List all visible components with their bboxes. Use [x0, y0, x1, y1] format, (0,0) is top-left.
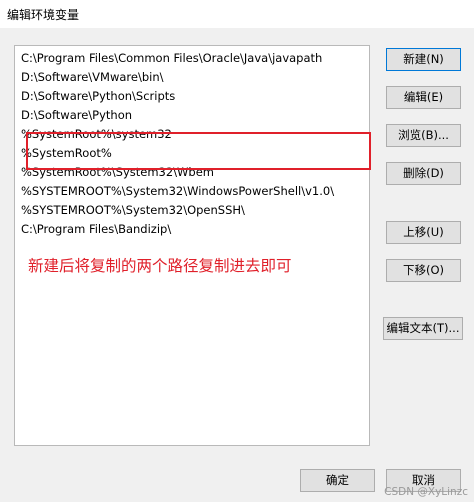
watermark: CSDN @XyLinzc	[384, 486, 468, 498]
move-down-button[interactable]: 下移(O)	[386, 259, 461, 282]
annotation-text: 新建后将复制的两个路径复制进去即可	[28, 257, 292, 275]
list-item[interactable]: %SystemRoot%\system32	[21, 125, 172, 143]
list-item[interactable]: %SYSTEMROOT%\System32\WindowsPowerShell\…	[21, 182, 334, 200]
browse-button[interactable]: 浏览(B)...	[386, 124, 461, 147]
move-up-button[interactable]: 上移(U)	[386, 221, 461, 244]
edit-button[interactable]: 编辑(E)	[386, 86, 461, 109]
list-item[interactable]: C:\Program Files\Common Files\Oracle\Jav…	[21, 49, 322, 67]
list-item[interactable]: %SYSTEMROOT%\System32\OpenSSH\	[21, 201, 245, 219]
edit-text-button[interactable]: 编辑文本(T)...	[383, 317, 463, 340]
list-item[interactable]: D:\Software\Python	[21, 106, 132, 124]
delete-button[interactable]: 删除(D)	[386, 162, 461, 185]
list-item[interactable]: C:\Program Files\Bandizip\	[21, 220, 171, 238]
list-item[interactable]: %SystemRoot%	[21, 144, 112, 162]
list-item[interactable]: D:\Software\VMware\bin\	[21, 68, 164, 86]
list-item[interactable]: %SystemRoot%\System32\Wbem	[21, 163, 214, 181]
window-title: 编辑环境变量	[7, 8, 80, 22]
new-button[interactable]: 新建(N)	[386, 48, 461, 71]
path-list[interactable]: C:\Program Files\Common Files\Oracle\Jav…	[14, 45, 371, 446]
list-item[interactable]: D:\Software\Python\Scripts	[21, 87, 175, 105]
title-bar: 编辑环境变量	[0, 0, 474, 28]
ok-button[interactable]: 确定	[300, 469, 375, 492]
